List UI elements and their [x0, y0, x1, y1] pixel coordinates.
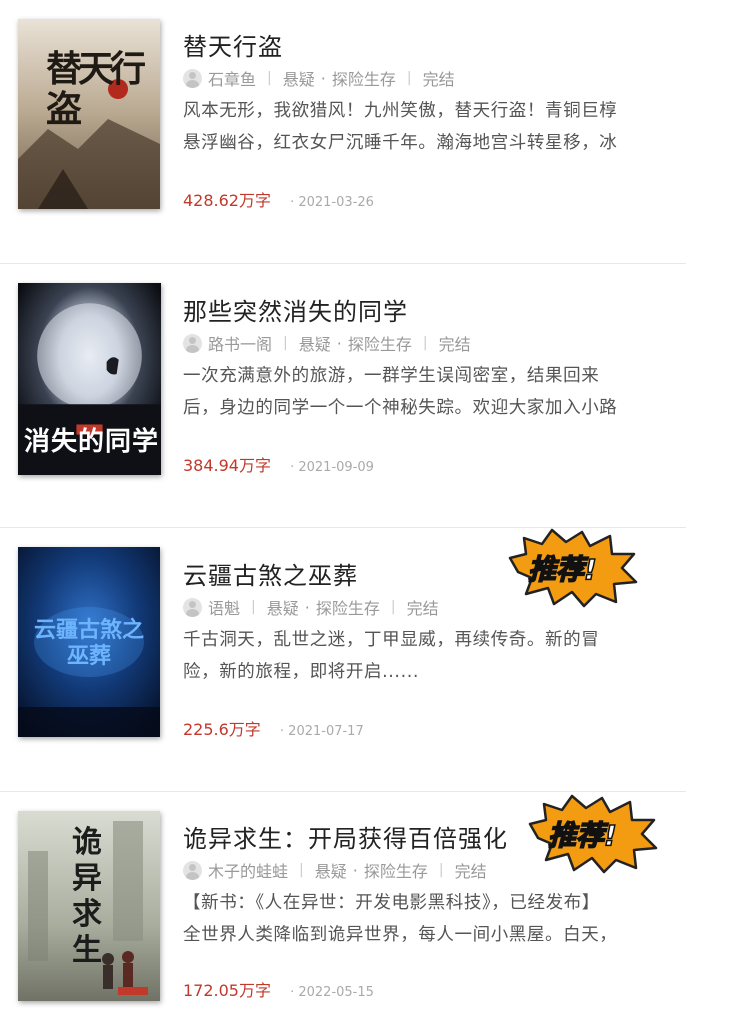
book-cover[interactable]: 替天行盗: [18, 19, 160, 209]
book-footer: 428.62万字 · 2021-03-26: [183, 187, 374, 211]
status-label: 完结: [422, 70, 455, 89]
status-label: 完结: [438, 335, 471, 354]
book-description: 风本无形，我欲猎风！九州笑傲，替天行盗！青铜巨椁 悬浮幽谷，红衣女尸沉睡千年。瀚…: [183, 95, 673, 159]
book-description: 千古洞天，乱世之迷，丁甲显威，再续传奇。新的冒 险，新的旅程，即将开启.....…: [183, 624, 673, 688]
book-meta: 木子的蛙蛙 | 悬疑 · 探险生存 | 完结: [183, 859, 487, 881]
desc-line: 千古洞天，乱世之迷，丁甲显威，再续传奇。新的冒: [183, 630, 600, 650]
author-name[interactable]: 路书一阁: [208, 331, 272, 355]
subgenre-label[interactable]: 探险生存: [364, 858, 428, 882]
author-avatar-icon: [183, 68, 202, 88]
meta-divider: |: [438, 862, 444, 878]
desc-line: 【新书：《人在异世：开发电影黑科技》，已经发布】: [183, 893, 600, 913]
book-title[interactable]: 云疆古煞之巫葬: [183, 556, 358, 591]
meta-divider: |: [422, 335, 428, 351]
book-footer: 172.05万字 · 2022-05-15: [183, 977, 374, 1001]
book-title[interactable]: 诡异求生：开局获得百倍强化: [183, 819, 508, 854]
word-count: 172.05万字: [183, 981, 271, 1000]
meta-divider: |: [267, 70, 272, 86]
book-title[interactable]: 那些突然消失的同学: [183, 292, 408, 327]
genre-label[interactable]: 悬疑: [315, 858, 347, 882]
meta-divider: |: [251, 599, 256, 615]
genre-label[interactable]: 悬疑: [283, 66, 315, 90]
status-label: 完结: [454, 862, 487, 881]
meta-divider: |: [390, 599, 396, 615]
update-date: · 2021-09-09: [290, 460, 374, 475]
desc-line: 后，身边的同学一个一个神秘失踪。欢迎大家加入小路: [183, 398, 618, 418]
date-value: 2021-03-26: [298, 195, 374, 210]
recommend-badge: 推荐!: [508, 528, 638, 608]
book-item[interactable]: 云疆古煞之巫葬 云疆古煞之巫葬 语魁 | 悬疑 · 探险生存 | 完结 千古洞天…: [0, 528, 686, 792]
word-count: 428.62万字: [183, 191, 271, 210]
cover-title: 诡异求生: [72, 825, 102, 968]
book-meta: 路书一阁 | 悬疑 · 探险生存 | 完结: [183, 332, 471, 354]
desc-line: 险，新的旅程，即将开启......: [183, 662, 420, 682]
author-name[interactable]: 木子的蛙蛙: [208, 858, 288, 882]
subgenre-label[interactable]: 探险生存: [348, 331, 412, 355]
book-title[interactable]: 替天行盗: [183, 27, 283, 62]
book-item[interactable]: 消失的同学 那些突然消失的同学 路书一阁 | 悬疑 · 探险生存 | 完结 一次…: [0, 264, 686, 528]
desc-line: 悬浮幽谷，红衣女尸沉睡千年。瀚海地宫斗转星移，冰: [183, 133, 618, 153]
update-date: · 2021-07-17: [279, 724, 364, 739]
subgenre-label[interactable]: 探险生存: [332, 66, 396, 90]
book-cover[interactable]: 云疆古煞之巫葬: [18, 547, 160, 737]
author-avatar-icon: [183, 597, 202, 617]
meta-dot: ·: [320, 68, 326, 88]
badge-label: 推荐!: [527, 552, 597, 587]
meta-divider: |: [299, 862, 304, 878]
date-value: 2021-07-17: [288, 724, 364, 739]
status-label: 完结: [406, 599, 439, 618]
book-item[interactable]: 替天行盗 替天行盗 石章鱼 | 悬疑 · 探险生存 | 完结 风本无形，我欲猎风…: [0, 0, 686, 264]
meta-dot: ·: [304, 597, 310, 617]
genre-label[interactable]: 悬疑: [299, 331, 331, 355]
author-avatar-icon: [183, 333, 202, 353]
meta-dot: ·: [336, 333, 342, 353]
date-value: 2021-09-09: [298, 460, 374, 475]
genre-label[interactable]: 悬疑: [267, 595, 299, 619]
meta-divider: |: [283, 335, 288, 351]
cover-title: 云疆古煞之巫葬: [33, 617, 144, 669]
book-cover[interactable]: 诡异求生: [18, 811, 160, 1001]
book-meta: 语魁 | 悬疑 · 探险生存 | 完结: [183, 596, 439, 618]
author-avatar-icon: [183, 860, 202, 880]
word-count: 225.6万字: [183, 720, 261, 739]
book-description: 【新书：《人在异世：开发电影黑科技》，已经发布】 全世界人类降临到诡异世界，每人…: [183, 887, 673, 951]
meta-divider: |: [406, 70, 412, 86]
cover-title: 消失的同学: [24, 427, 160, 457]
word-count: 384.94万字: [183, 456, 271, 475]
book-cover[interactable]: 消失的同学: [18, 283, 161, 475]
author-name[interactable]: 语魁: [208, 595, 240, 619]
book-item[interactable]: 诡异求生 诡异求生：开局获得百倍强化 木子的蛙蛙 | 悬疑 · 探险生存 | 完…: [0, 792, 686, 1024]
update-date: · 2022-05-15: [290, 985, 374, 1000]
book-footer: 384.94万字 · 2021-09-09: [183, 452, 374, 476]
desc-line: 全世界人类降临到诡异世界，每人一间小黑屋。白天，: [183, 925, 618, 945]
book-description: 一次充满意外的旅游，一群学生误闯密室，结果回来 后，身边的同学一个一个神秘失踪。…: [183, 360, 673, 424]
badge-label: 推荐!: [547, 818, 617, 853]
date-value: 2022-05-15: [298, 985, 374, 1000]
desc-line: 风本无形，我欲猎风！九州笑傲，替天行盗！青铜巨椁: [183, 101, 618, 121]
update-date: · 2021-03-26: [290, 195, 374, 210]
book-footer: 225.6万字 · 2021-07-17: [183, 716, 364, 740]
subgenre-label[interactable]: 探险生存: [316, 595, 380, 619]
cover-title: 替天行盗: [46, 48, 146, 130]
recommend-badge: 推荐!: [528, 794, 658, 874]
meta-dot: ·: [352, 860, 358, 880]
desc-line: 一次充满意外的旅游，一群学生误闯密室，结果回来: [183, 366, 600, 386]
book-meta: 石章鱼 | 悬疑 · 探险生存 | 完结: [183, 67, 455, 89]
author-name[interactable]: 石章鱼: [208, 66, 256, 90]
